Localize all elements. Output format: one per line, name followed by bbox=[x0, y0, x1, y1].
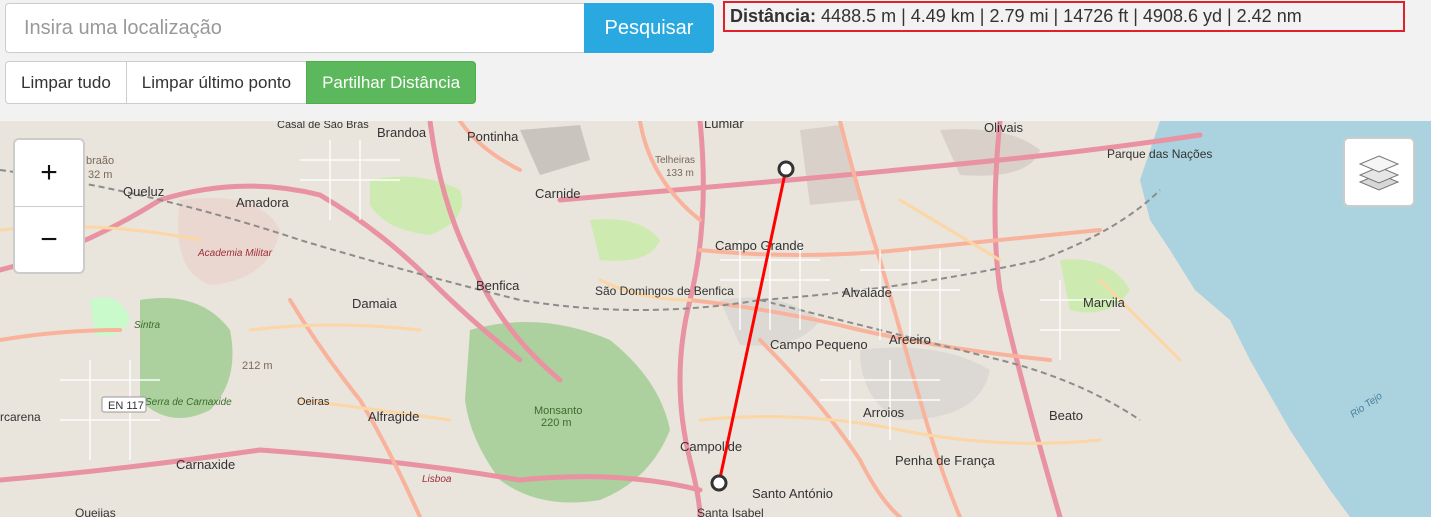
label-parque-nacoes: Parque das Nações bbox=[1107, 147, 1212, 161]
label-elev-212: 212 m bbox=[242, 360, 273, 372]
label-campolide: Campolide bbox=[680, 439, 742, 454]
clear-last-point-button[interactable]: Limpar último ponto bbox=[125, 61, 308, 104]
distance-readout: Distância: 4488.5 m | 4.49 km | 2.79 mi … bbox=[723, 1, 1405, 32]
label-queluz: Queluz bbox=[123, 184, 164, 199]
measure-toolbar: Limpar tudo Limpar último ponto Partilha… bbox=[5, 61, 477, 104]
share-distance-button[interactable]: Partilhar Distância bbox=[306, 61, 477, 104]
map-canvas[interactable]: Lumiar Olivais Pontinha Brandoa Casal de… bbox=[0, 121, 1431, 517]
label-benfica: Benfica bbox=[476, 278, 520, 293]
label-pontinha: Pontinha bbox=[467, 129, 519, 144]
layers-icon bbox=[1358, 155, 1400, 191]
label-lisboa: Lisboa bbox=[422, 474, 452, 485]
label-carnaxide: Carnaxide bbox=[176, 457, 235, 472]
zoom-in-button[interactable]: + bbox=[15, 140, 83, 207]
search-input[interactable] bbox=[5, 3, 584, 53]
search-button[interactable]: Pesquisar bbox=[584, 3, 714, 53]
layers-button[interactable] bbox=[1343, 137, 1415, 207]
label-olivais: Olivais bbox=[984, 121, 1024, 135]
label-damaia: Damaia bbox=[352, 296, 398, 311]
label-telheiras: Telheiras bbox=[655, 155, 695, 166]
label-elev-32: 32 m bbox=[88, 169, 112, 181]
label-arroios: Arroios bbox=[863, 405, 905, 420]
measure-point-end bbox=[710, 474, 728, 492]
label-monsanto-elev: 220 m bbox=[541, 417, 572, 429]
label-academia-militar: Academia Militar bbox=[197, 248, 273, 259]
clear-all-button[interactable]: Limpar tudo bbox=[5, 61, 127, 104]
distance-value: 4488.5 m | 4.49 km | 2.79 mi | 14726 ft … bbox=[821, 6, 1302, 26]
measure-point-start bbox=[777, 160, 795, 178]
label-brandoa: Brandoa bbox=[377, 125, 427, 140]
label-en117: EN 117 bbox=[108, 400, 144, 412]
label-carnide: Carnide bbox=[535, 186, 581, 201]
label-abraao: braão bbox=[86, 155, 114, 167]
label-marvila: Marvila bbox=[1083, 295, 1126, 310]
label-carena: rcarena bbox=[0, 410, 41, 424]
label-telheiras-elev: 133 m bbox=[666, 168, 694, 179]
label-areeiro: Areeiro bbox=[889, 332, 931, 347]
map-tiles: Lumiar Olivais Pontinha Brandoa Casal de… bbox=[0, 121, 1431, 517]
search-bar: Pesquisar bbox=[5, 3, 714, 53]
label-casal-sao-bras: Casal de São Brás bbox=[277, 121, 369, 131]
distance-label: Distância: bbox=[730, 6, 817, 26]
label-santo-antonio: Santo António bbox=[752, 486, 833, 501]
label-campo-pequeno: Campo Pequeno bbox=[770, 337, 868, 352]
label-alvalade: Alvalade bbox=[842, 285, 892, 300]
label-serra-carnaxide: Serra de Carnaxide bbox=[145, 397, 232, 408]
label-oeiras: Oeiras bbox=[297, 396, 330, 408]
label-alfragide: Alfragide bbox=[368, 409, 419, 424]
label-santa-isabel: Santa Isabel bbox=[697, 506, 764, 517]
label-campo-grande: Campo Grande bbox=[715, 238, 804, 253]
label-lumiar: Lumiar bbox=[704, 121, 744, 131]
label-sao-domingos: São Domingos de Benfica bbox=[595, 284, 734, 298]
label-monsanto: Monsanto bbox=[534, 405, 582, 417]
label-sintra: Sintra bbox=[134, 320, 161, 331]
label-amadora: Amadora bbox=[236, 195, 290, 210]
label-beato: Beato bbox=[1049, 408, 1083, 423]
label-penha-franca: Penha de França bbox=[895, 453, 996, 468]
label-queijas: Queijas bbox=[75, 506, 116, 517]
zoom-out-button[interactable]: − bbox=[15, 207, 83, 273]
zoom-control: + − bbox=[13, 138, 85, 274]
